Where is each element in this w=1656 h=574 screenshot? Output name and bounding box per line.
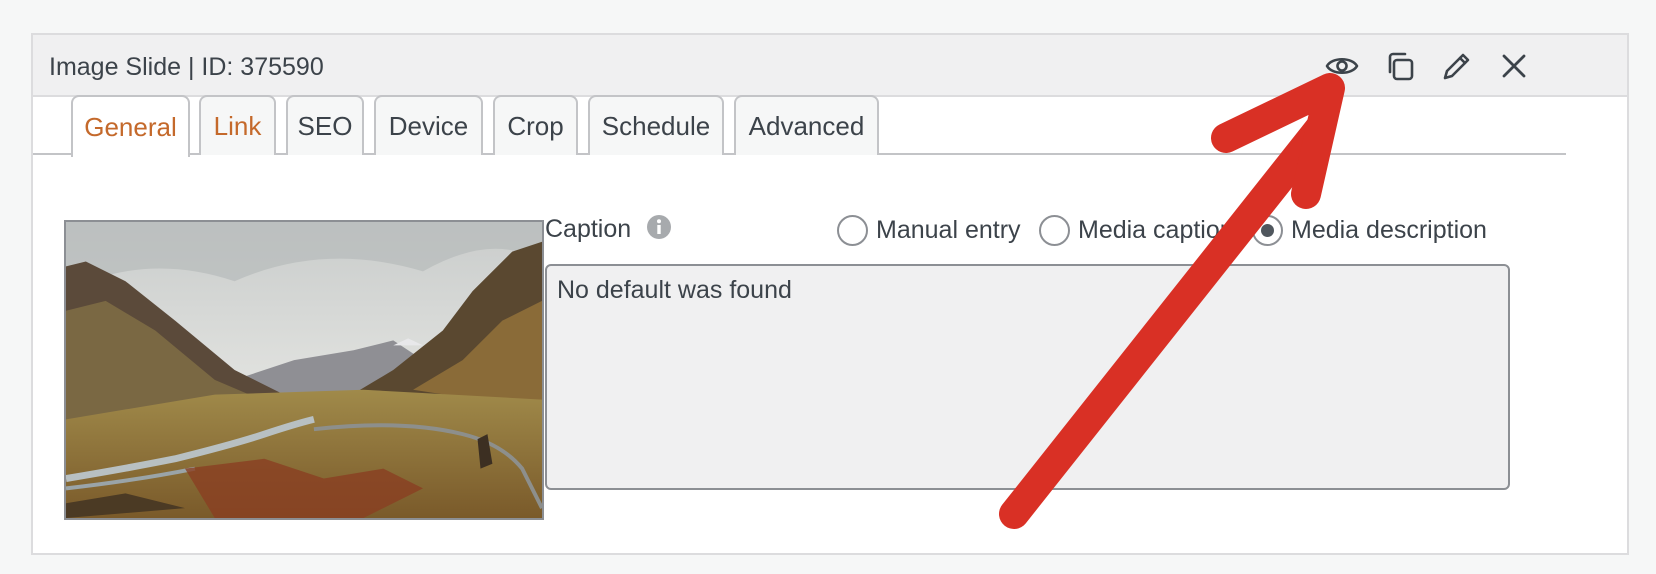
tab-seo-label: SEO [297, 110, 353, 141]
radio-manual-entry[interactable]: Manual entry [837, 215, 1021, 246]
caption-textarea[interactable]: No default was found [545, 264, 1510, 490]
tab-advanced-label: Advanced [748, 110, 865, 141]
eye-icon[interactable] [1324, 48, 1360, 84]
slide-image[interactable] [64, 220, 544, 520]
tab-schedule-label: Schedule [601, 110, 711, 141]
tab-device-label: Device [388, 110, 469, 141]
radio-manual-entry-label: Manual entry [876, 216, 1021, 244]
tab-link-label: Link [213, 110, 262, 141]
tab-crop-label: Crop [507, 110, 564, 141]
radio-media-description-label: Media description [1291, 216, 1487, 244]
tab-schedule[interactable]: Schedule [588, 95, 724, 155]
panel-header: Image Slide | ID: 375590 [33, 35, 1627, 97]
close-icon[interactable] [1496, 48, 1532, 84]
tab-seo[interactable]: SEO [286, 95, 364, 155]
edit-icon[interactable] [1439, 48, 1475, 84]
caption-source-radio-group: Manual entry Media caption Media descrip… [0, 215, 1656, 249]
tabs-bar: General Link SEO Device Crop Schedule Ad… [33, 95, 1566, 157]
tab-device[interactable]: Device [374, 95, 483, 155]
radio-media-caption-label: Media caption [1078, 216, 1234, 244]
tab-link[interactable]: Link [199, 95, 276, 155]
radio-media-description[interactable]: Media description [1252, 215, 1487, 246]
radio-media-description-circle[interactable] [1252, 215, 1283, 246]
duplicate-icon[interactable] [1382, 48, 1418, 84]
radio-media-caption[interactable]: Media caption [1039, 215, 1234, 246]
radio-manual-entry-circle[interactable] [837, 215, 868, 246]
tab-crop[interactable]: Crop [493, 95, 578, 155]
radio-media-caption-circle[interactable] [1039, 215, 1070, 246]
tab-general-label: General [84, 111, 177, 142]
landscape-image [66, 222, 542, 518]
tab-advanced[interactable]: Advanced [734, 95, 879, 155]
tab-general[interactable]: General [71, 95, 190, 157]
panel-title: Image Slide | ID: 375590 [49, 53, 324, 81]
